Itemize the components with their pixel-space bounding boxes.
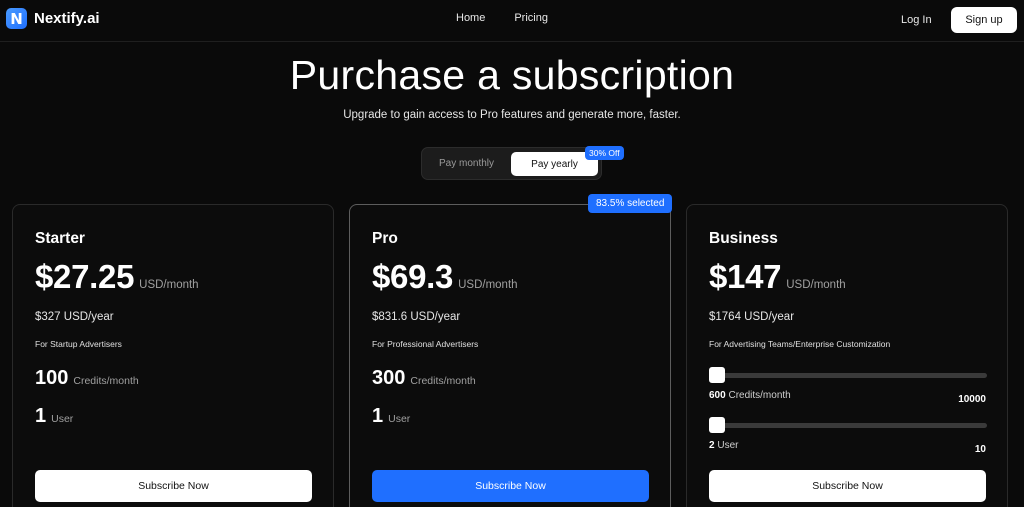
page-subtitle: Upgrade to gain access to Pro features a… (343, 109, 681, 121)
subscribe-pro-button[interactable]: Subscribe Now (372, 470, 649, 502)
nav-pricing-link[interactable]: Pricing (514, 12, 548, 24)
brand-name: Nextify.ai (34, 10, 100, 27)
plan-name: Business (709, 230, 778, 247)
credits-slider-label: 600 Credits/month (709, 390, 791, 401)
credits-unit: Credits/month (410, 375, 476, 387)
plan-audience: For Startup Advertisers (35, 339, 122, 349)
credits-value: 300 (372, 367, 406, 389)
users-unit: User (388, 413, 411, 425)
users-slider-unit: User (717, 440, 739, 451)
price-row: $27.25 USD/month (35, 258, 199, 296)
credits-slider-max: 10000 (958, 394, 986, 405)
plan-name: Pro (372, 230, 398, 247)
plan-audience: For Professional Advertisers (372, 339, 479, 349)
plan-audience: For Advertising Teams/Enterprise Customi… (709, 339, 891, 349)
nav-home-link[interactable]: Home (456, 12, 485, 24)
yearly-price: $327 USD/year (35, 311, 114, 323)
users-slider[interactable] (709, 417, 987, 433)
users-slider-max: 10 (974, 444, 986, 455)
main-nav: Home Pricing (456, 12, 577, 24)
price-row: $69.3 USD/month (372, 258, 518, 296)
users-unit: User (51, 413, 74, 425)
logo-icon: N (6, 8, 27, 29)
users-value: 1 (372, 405, 384, 427)
users-row: 1 User (35, 405, 73, 428)
monthly-price: $147 (709, 258, 782, 295)
page-title: Purchase a subscription (289, 52, 735, 98)
credits-slider[interactable] (709, 367, 987, 383)
users-row: 1 User (372, 405, 410, 428)
credits-slider-value: 600 (709, 390, 726, 401)
top-navbar: N Nextify.ai Home Pricing Log In Sign up (0, 0, 1024, 42)
credits-row: 300 Credits/month (372, 367, 476, 390)
plan-card-starter: Starter $27.25 USD/month $327 USD/year F… (12, 204, 334, 507)
brand-logo[interactable]: N Nextify.ai (6, 8, 100, 29)
discount-badge: 30% Off (585, 146, 624, 160)
yearly-price: $831.6 USD/year (372, 311, 461, 323)
users-slider-value: 2 (709, 440, 715, 451)
price-unit: USD/month (786, 279, 846, 291)
subscribe-starter-button[interactable]: Subscribe Now (35, 470, 312, 502)
credits-slider-handle[interactable] (709, 367, 725, 383)
price-row: $147 USD/month (709, 258, 846, 296)
monthly-price: $69.3 (372, 258, 454, 295)
credits-slider-unit: Credits/month (728, 390, 791, 401)
users-value: 1 (35, 405, 47, 427)
subscribe-business-button[interactable]: Subscribe Now (709, 470, 986, 502)
billing-toggle: Pay monthly Pay yearly (421, 147, 602, 180)
plan-card-business: Business $147 USD/month $1764 USD/year F… (686, 204, 1008, 507)
users-slider-handle[interactable] (709, 417, 725, 433)
credits-unit: Credits/month (73, 375, 139, 387)
plan-card-pro: Pro $69.3 USD/month $831.6 USD/year For … (349, 204, 671, 507)
signup-button[interactable]: Sign up (951, 7, 1017, 33)
credits-value: 100 (35, 367, 69, 389)
pricing-page: N Nextify.ai Home Pricing Log In Sign up… (0, 0, 1024, 507)
monthly-price: $27.25 (35, 258, 135, 295)
selected-badge: 83.5% selected (588, 194, 673, 213)
pay-monthly-option[interactable]: Pay monthly (422, 148, 511, 179)
yearly-price: $1764 USD/year (709, 311, 795, 323)
users-slider-label: 2 User (709, 440, 738, 451)
price-unit: USD/month (139, 279, 199, 291)
credits-row: 100 Credits/month (35, 367, 139, 390)
login-link[interactable]: Log In (901, 14, 932, 26)
price-unit: USD/month (458, 279, 518, 291)
plan-name: Starter (35, 230, 85, 247)
